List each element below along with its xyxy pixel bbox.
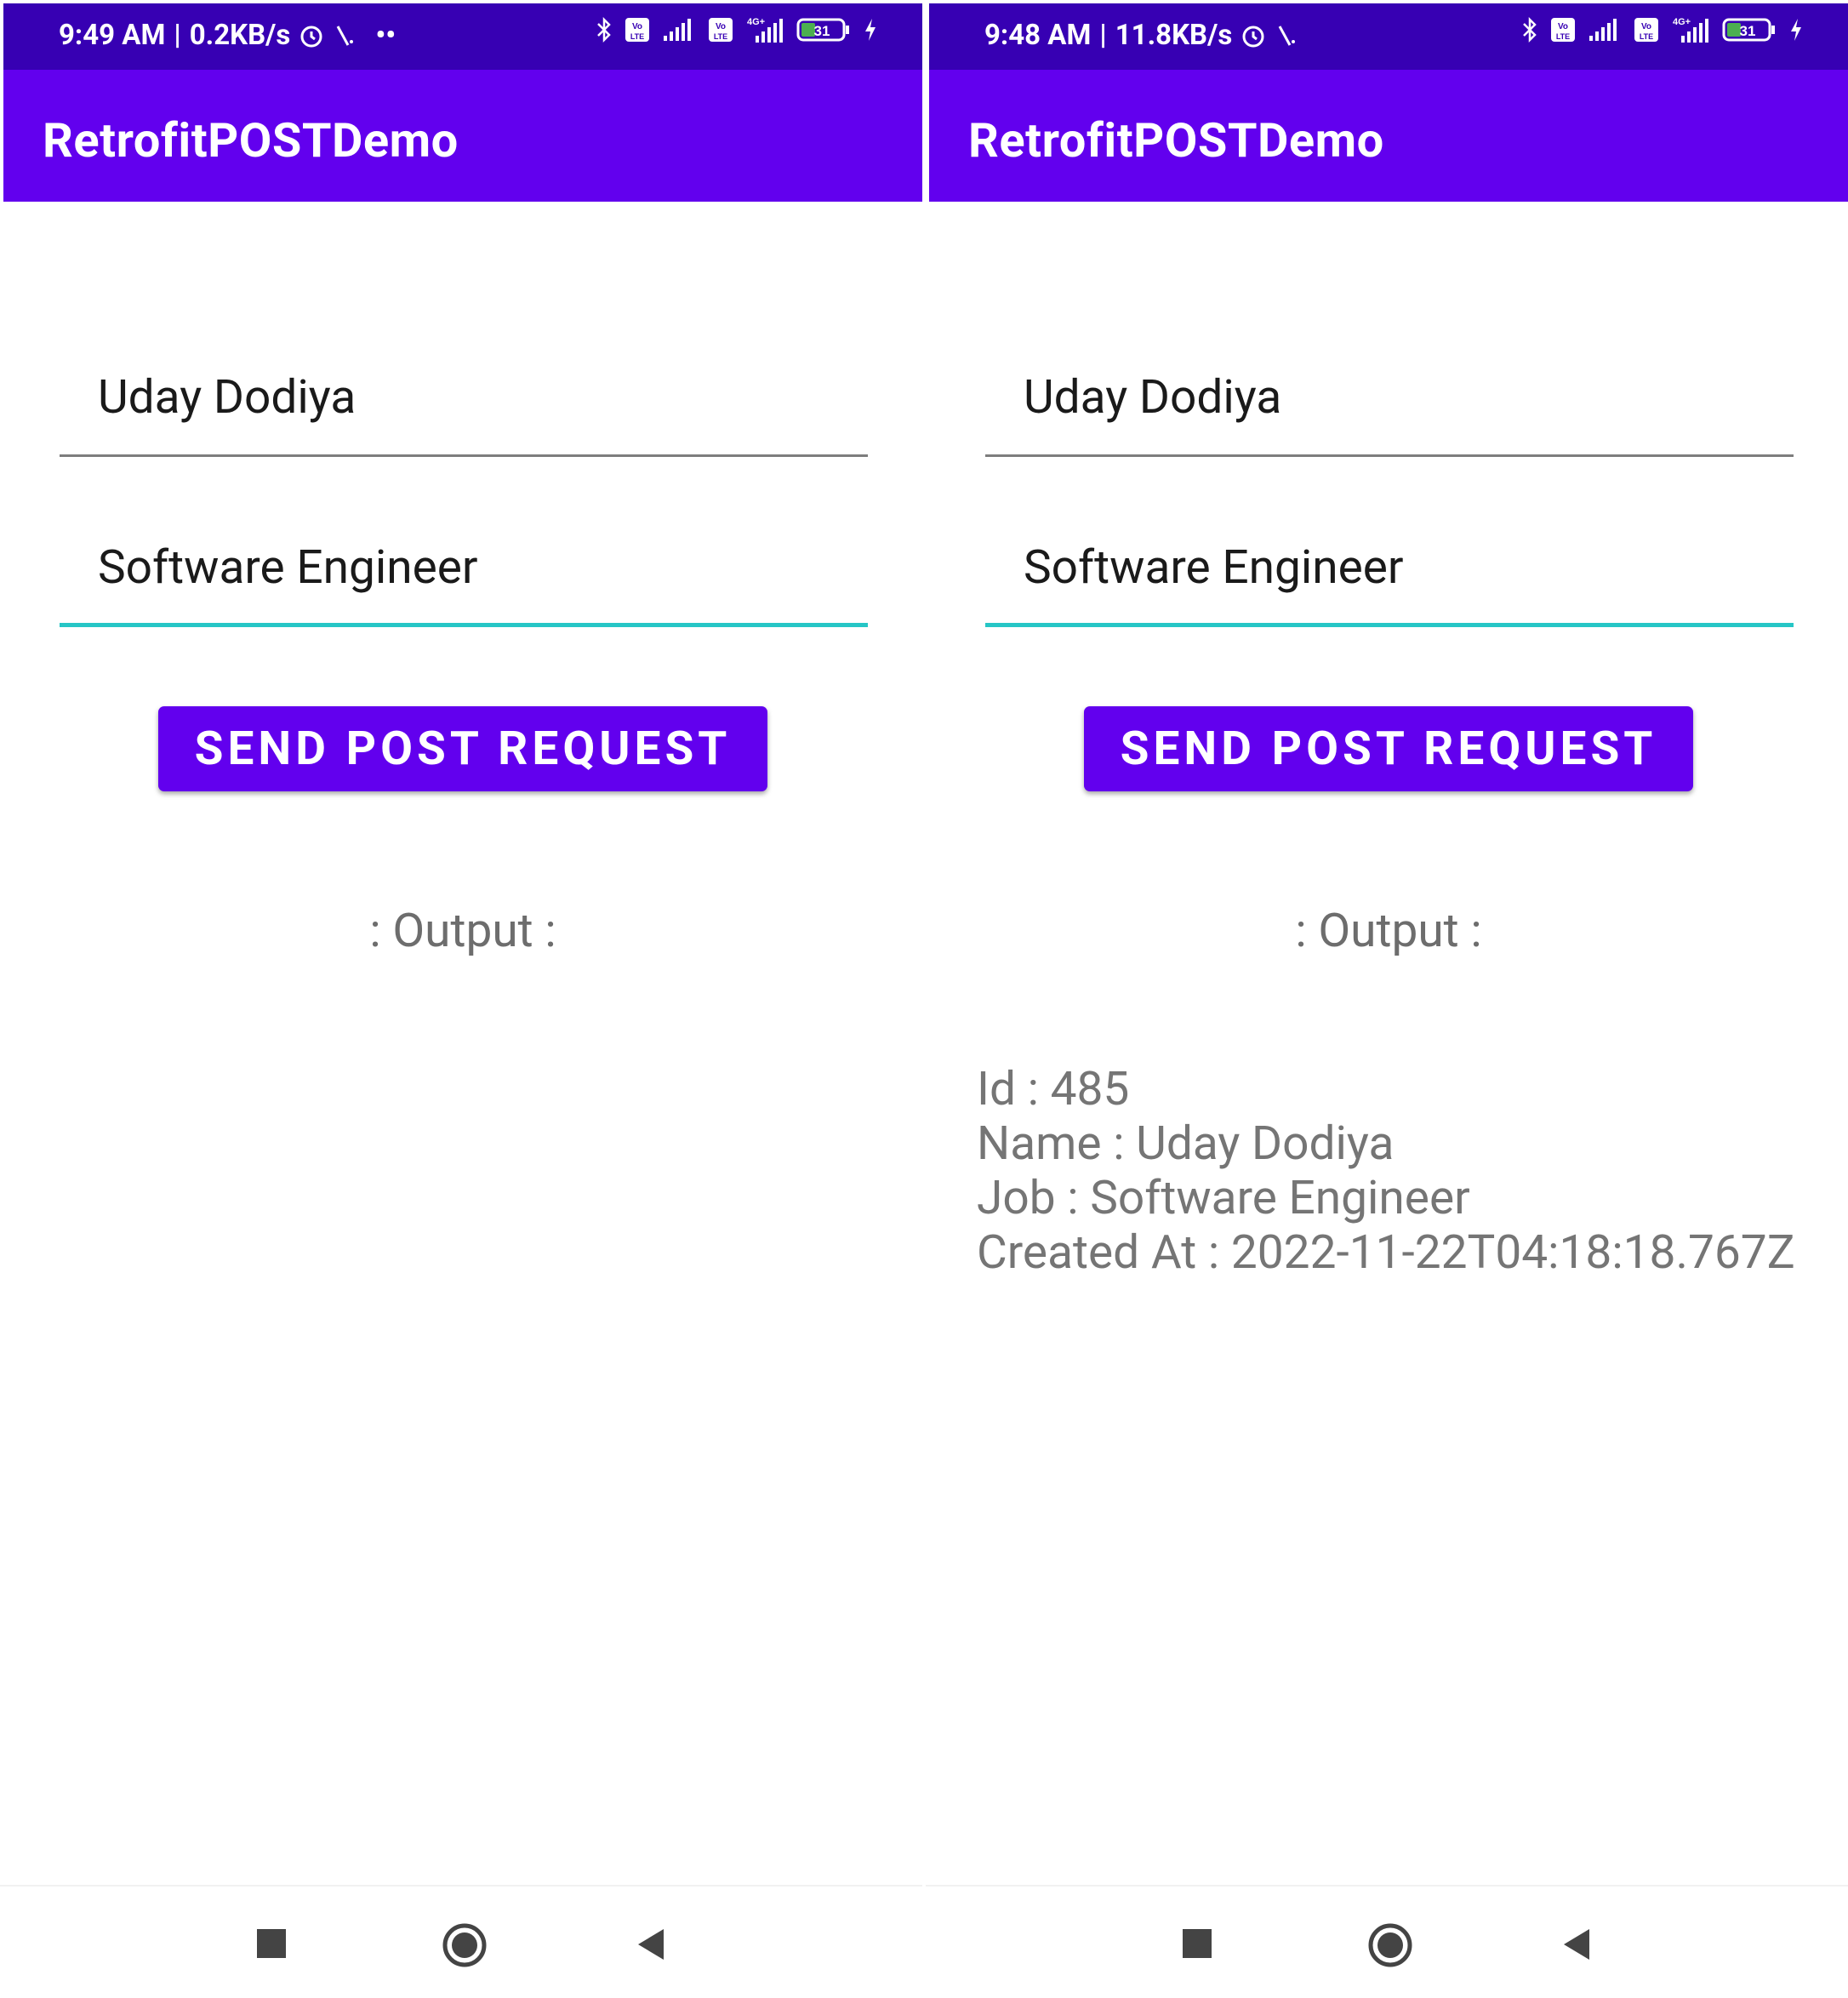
battery-icon: 31 bbox=[796, 18, 849, 42]
status-speed: 0.2KB/s bbox=[189, 19, 291, 52]
job-underline-focused bbox=[60, 623, 868, 627]
app-bar: RetrofitPOSTDemo bbox=[929, 70, 1848, 202]
signal-slash-icon bbox=[1278, 25, 1296, 46]
signal-4g-icon: 4G+ bbox=[1673, 17, 1708, 43]
job-field[interactable]: Software Engineer bbox=[985, 515, 1794, 627]
svg-text:Vo: Vo bbox=[1558, 22, 1568, 31]
charging-icon bbox=[1791, 19, 1801, 41]
signal-icon bbox=[1589, 19, 1617, 41]
name-underline bbox=[60, 454, 868, 457]
phone-screen-right: 9:48 AM | 11.8KB/s Vo LTE Vo LTE 4G+ 31 Re… bbox=[926, 0, 1848, 1998]
navigation-bar bbox=[926, 1885, 1848, 1998]
volte-icon: VoLTE bbox=[1551, 18, 1575, 42]
output-job-line: Job : Software Engineer bbox=[977, 1171, 1470, 1225]
status-time: 9:49 AM bbox=[59, 19, 166, 52]
bluetooth-icon bbox=[1523, 16, 1537, 43]
charging-icon bbox=[865, 19, 876, 41]
navigation-bar bbox=[0, 1885, 922, 1998]
status-bar: 9:48 AM | 11.8KB/s Vo LTE Vo LTE 4G+ 31 bbox=[929, 3, 1848, 70]
job-value[interactable]: Software Engineer bbox=[98, 540, 478, 595]
svg-text:31: 31 bbox=[814, 23, 830, 39]
signal-icon bbox=[664, 19, 691, 41]
alarm-icon bbox=[1242, 26, 1264, 47]
app-title: RetrofitPOSTDemo bbox=[968, 112, 1384, 168]
output-heading: : Output : bbox=[1295, 904, 1482, 958]
phone-screen-left: 9:49 AM | 0.2KB/s •• Vo LTE Vo LTE 4G+ 31 … bbox=[0, 0, 922, 1998]
svg-text:LTE: LTE bbox=[1640, 32, 1653, 41]
status-speed: 11.8KB/s bbox=[1115, 19, 1233, 52]
svg-text:Vo: Vo bbox=[1641, 22, 1651, 31]
status-time: 9:48 AM bbox=[984, 19, 1092, 52]
name-value[interactable]: Uday Dodiya bbox=[1024, 370, 1281, 425]
svg-text:4G+: 4G+ bbox=[1673, 17, 1691, 27]
signal-4g-icon: 4G+ bbox=[747, 17, 783, 43]
output-result: Id : 485 Name : Uday Dodiya Job : Softwa… bbox=[977, 1062, 1795, 1280]
svg-text:Vo: Vo bbox=[632, 22, 642, 31]
signal-slash-icon bbox=[337, 25, 354, 46]
svg-text:LTE: LTE bbox=[630, 32, 644, 41]
svg-text:31: 31 bbox=[1740, 23, 1756, 39]
app-bar: RetrofitPOSTDemo bbox=[3, 70, 922, 202]
output-heading: : Output : bbox=[369, 904, 556, 958]
status-bar: 9:49 AM | 0.2KB/s •• Vo LTE Vo LTE 4G+ 31 bbox=[3, 3, 922, 70]
home-icon[interactable] bbox=[442, 1922, 488, 1968]
job-field[interactable]: Software Engineer bbox=[60, 515, 868, 627]
send-post-request-button[interactable]: SEND POST REQUEST bbox=[1084, 706, 1693, 791]
home-icon[interactable] bbox=[1367, 1922, 1413, 1968]
output-id-line: Id : 485 bbox=[977, 1062, 1130, 1116]
back-icon[interactable] bbox=[1562, 1927, 1591, 1961]
name-field[interactable]: Uday Dodiya bbox=[60, 345, 868, 457]
alarm-icon bbox=[300, 26, 322, 47]
volte-icon: VoLTE bbox=[625, 18, 649, 42]
svg-text:Vo: Vo bbox=[716, 22, 726, 31]
recents-icon[interactable] bbox=[1183, 1929, 1212, 1958]
name-underline bbox=[985, 454, 1794, 457]
output-created-at-line: Created At : 2022-11-22T04:18:18.767Z bbox=[977, 1225, 1795, 1280]
notification-dots: •• bbox=[375, 19, 396, 52]
name-field[interactable]: Uday Dodiya bbox=[985, 345, 1794, 457]
battery-icon: 31 bbox=[1722, 18, 1775, 42]
volte-icon: VoLTE bbox=[1634, 18, 1658, 42]
app-title: RetrofitPOSTDemo bbox=[43, 112, 459, 168]
job-underline-focused bbox=[985, 623, 1794, 627]
svg-text:4G+: 4G+ bbox=[747, 17, 765, 27]
recents-icon[interactable] bbox=[257, 1929, 286, 1958]
job-value[interactable]: Software Engineer bbox=[1024, 540, 1404, 595]
name-value[interactable]: Uday Dodiya bbox=[98, 370, 356, 425]
send-post-request-button[interactable]: SEND POST REQUEST bbox=[158, 706, 767, 791]
bluetooth-icon bbox=[597, 16, 611, 43]
svg-text:LTE: LTE bbox=[714, 32, 727, 41]
output-name-line: Name : Uday Dodiya bbox=[977, 1116, 1395, 1171]
back-icon[interactable] bbox=[636, 1927, 665, 1961]
svg-text:LTE: LTE bbox=[1556, 32, 1570, 41]
volte-icon: VoLTE bbox=[709, 18, 733, 42]
